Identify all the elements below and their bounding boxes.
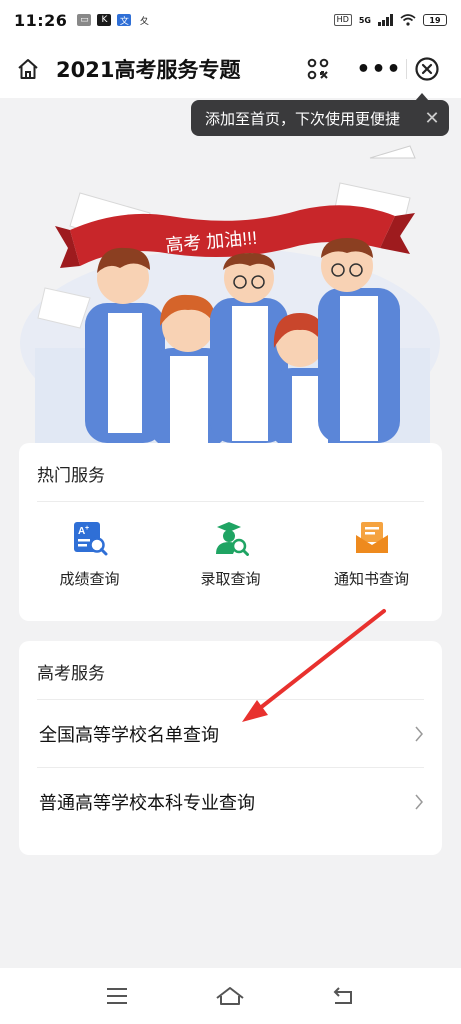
system-nav-bar <box>0 968 461 1024</box>
score-query-icon: A + <box>73 522 107 556</box>
tooltip-close-button[interactable]: ✕ <box>415 100 449 136</box>
back-button[interactable] <box>314 976 374 1016</box>
back-icon <box>333 987 353 1004</box>
service-score-query[interactable]: A + 成绩查询 <box>19 520 160 589</box>
app-icon-2: 夂 <box>137 14 152 27</box>
menu-icon <box>106 988 127 1004</box>
service-admission-query[interactable]: 录取查询 <box>160 520 301 589</box>
hero-image: 高考 加油!!! <box>20 145 440 448</box>
add-to-home-tooltip: 添加至首页，下次使用更便捷 ✕ <box>191 93 449 136</box>
scan-icon <box>307 58 329 80</box>
hot-services-title: 热门服务 <box>37 466 105 486</box>
capsule-menu: ••• <box>352 51 447 87</box>
tooltip-text: 添加至首页，下次使用更便捷 <box>205 109 401 128</box>
close-button[interactable] <box>407 51 447 87</box>
list-item-label: 全国高等学校名单查询 <box>39 724 219 746</box>
list-item-university-list-query[interactable]: 全国高等学校名单查询 <box>19 700 442 767</box>
list-item-major-query[interactable]: 普通高等学校本科专业查询 <box>19 768 442 835</box>
chevron-right-icon <box>415 794 423 809</box>
hero-illustration: 高考 加油!!! <box>0 98 461 448</box>
score-query-label: 成绩查询 <box>59 570 120 588</box>
wifi-icon <box>400 14 416 26</box>
close-x-icon: ✕ <box>424 107 440 129</box>
nav-bar: 2021高考服务专题 ••• <box>0 40 461 98</box>
service-notice-letter-query[interactable]: 通知书查询 <box>301 520 442 589</box>
network-type: 5G <box>358 15 371 25</box>
page-title: 2021高考服务专题 <box>56 58 241 82</box>
signal-icon <box>378 14 393 26</box>
home-icon <box>18 59 38 79</box>
status-time: 11:26 <box>14 10 68 30</box>
recents-button[interactable] <box>87 976 147 1016</box>
battery-icon: 19 <box>423 14 447 26</box>
k-app-icon: K <box>97 14 112 26</box>
gaokao-services-title: 高考服务 <box>37 664 105 684</box>
home-button[interactable] <box>0 40 56 98</box>
list-item-label: 普通高等学校本科专业查询 <box>39 792 255 814</box>
hot-services-card: 热门服务 A + 成绩查询 录取查询 通知书查询 <box>19 443 442 621</box>
message-icon: ▭ <box>77 14 92 26</box>
notice-letter-query-label: 通知书查询 <box>333 570 409 588</box>
more-icon: ••• <box>356 56 402 82</box>
scan-button[interactable] <box>298 49 338 89</box>
admission-query-icon <box>215 522 249 556</box>
hd-badge: HD <box>333 14 352 26</box>
close-icon <box>415 57 439 81</box>
notice-letter-icon <box>355 522 388 553</box>
chevron-right-icon <box>415 726 423 741</box>
system-home-button[interactable] <box>200 976 260 1016</box>
gaokao-services-card: 高考服务 全国高等学校名单查询 普通高等学校本科专业查询 <box>19 641 442 855</box>
app-icon: 文 <box>117 14 132 27</box>
admission-query-label: 录取查询 <box>200 570 261 588</box>
status-bar: 11:26 ▭ K 文 夂 HD 5G 19 <box>0 0 461 40</box>
notification-icons: ▭ K 文 夂 <box>77 14 152 27</box>
svg-text:+: + <box>85 525 89 532</box>
more-button[interactable]: ••• <box>352 51 406 87</box>
home-outline-icon <box>216 987 245 1005</box>
